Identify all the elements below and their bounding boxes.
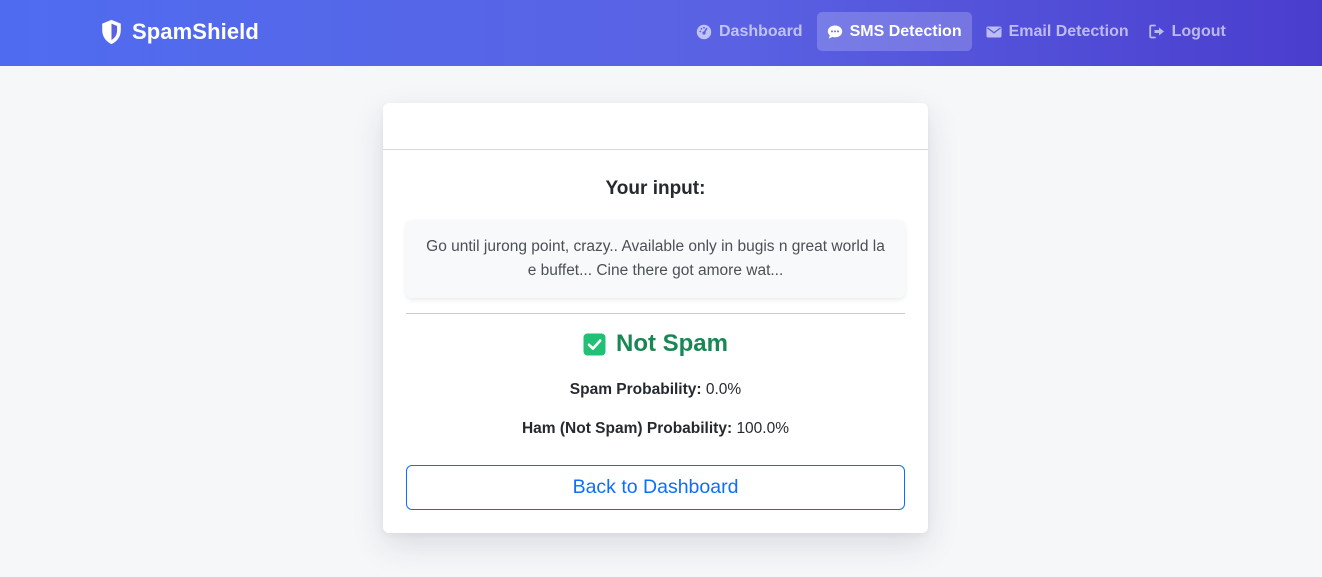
brand-logo[interactable]: SpamShield [100,18,259,46]
chat-bubble-icon [827,24,843,40]
envelope-icon [986,25,1002,39]
nav-item-email-detection[interactable]: Email Detection [976,12,1139,51]
result-heading: Not Spam [383,329,928,359]
gauge-icon [696,24,712,40]
ham-probability-value: 100.0% [736,420,790,437]
nav-label-logout: Logout [1171,22,1226,40]
spam-probability: Spam Probability: 0.0% [383,381,928,399]
shield-icon [100,19,123,45]
logout-icon [1148,24,1165,39]
nav-item-sms-detection[interactable]: SMS Detection [816,12,972,51]
ham-probability-label: Ham (Not Spam) Probability: [521,420,733,437]
main-nav: Dashboard SMS Detection Email Detection … [686,12,1236,51]
nav-label-sms-detection: SMS Detection [849,22,962,40]
divider [406,313,905,314]
result-label: Not Spam [615,330,728,357]
brand-name: SpamShield [132,19,259,44]
back-to-dashboard-button[interactable]: Back to Dashboard [406,465,905,510]
nav-item-logout[interactable]: Logout [1139,12,1236,51]
top-navbar: SpamShield Dashboard SMS Detection Email… [0,0,1322,66]
input-text: Go until jurong point, crazy.. Available… [426,238,885,279]
input-text-box: Go until jurong point, crazy.. Available… [406,220,905,298]
card-header [383,103,928,150]
spam-probability-label: Spam Probability: [569,381,702,398]
nav-label-email-detection: Email Detection [1008,22,1129,40]
nav-label-dashboard: Dashboard [719,22,803,40]
input-title: Your input: [605,178,706,199]
spam-probability-value: 0.0% [705,381,742,398]
result-card: Your input: Go until jurong point, crazy… [383,103,928,533]
nav-item-dashboard[interactable]: Dashboard [686,12,813,51]
ham-probability: Ham (Not Spam) Probability: 100.0% [383,420,928,438]
check-square-icon [583,333,606,356]
